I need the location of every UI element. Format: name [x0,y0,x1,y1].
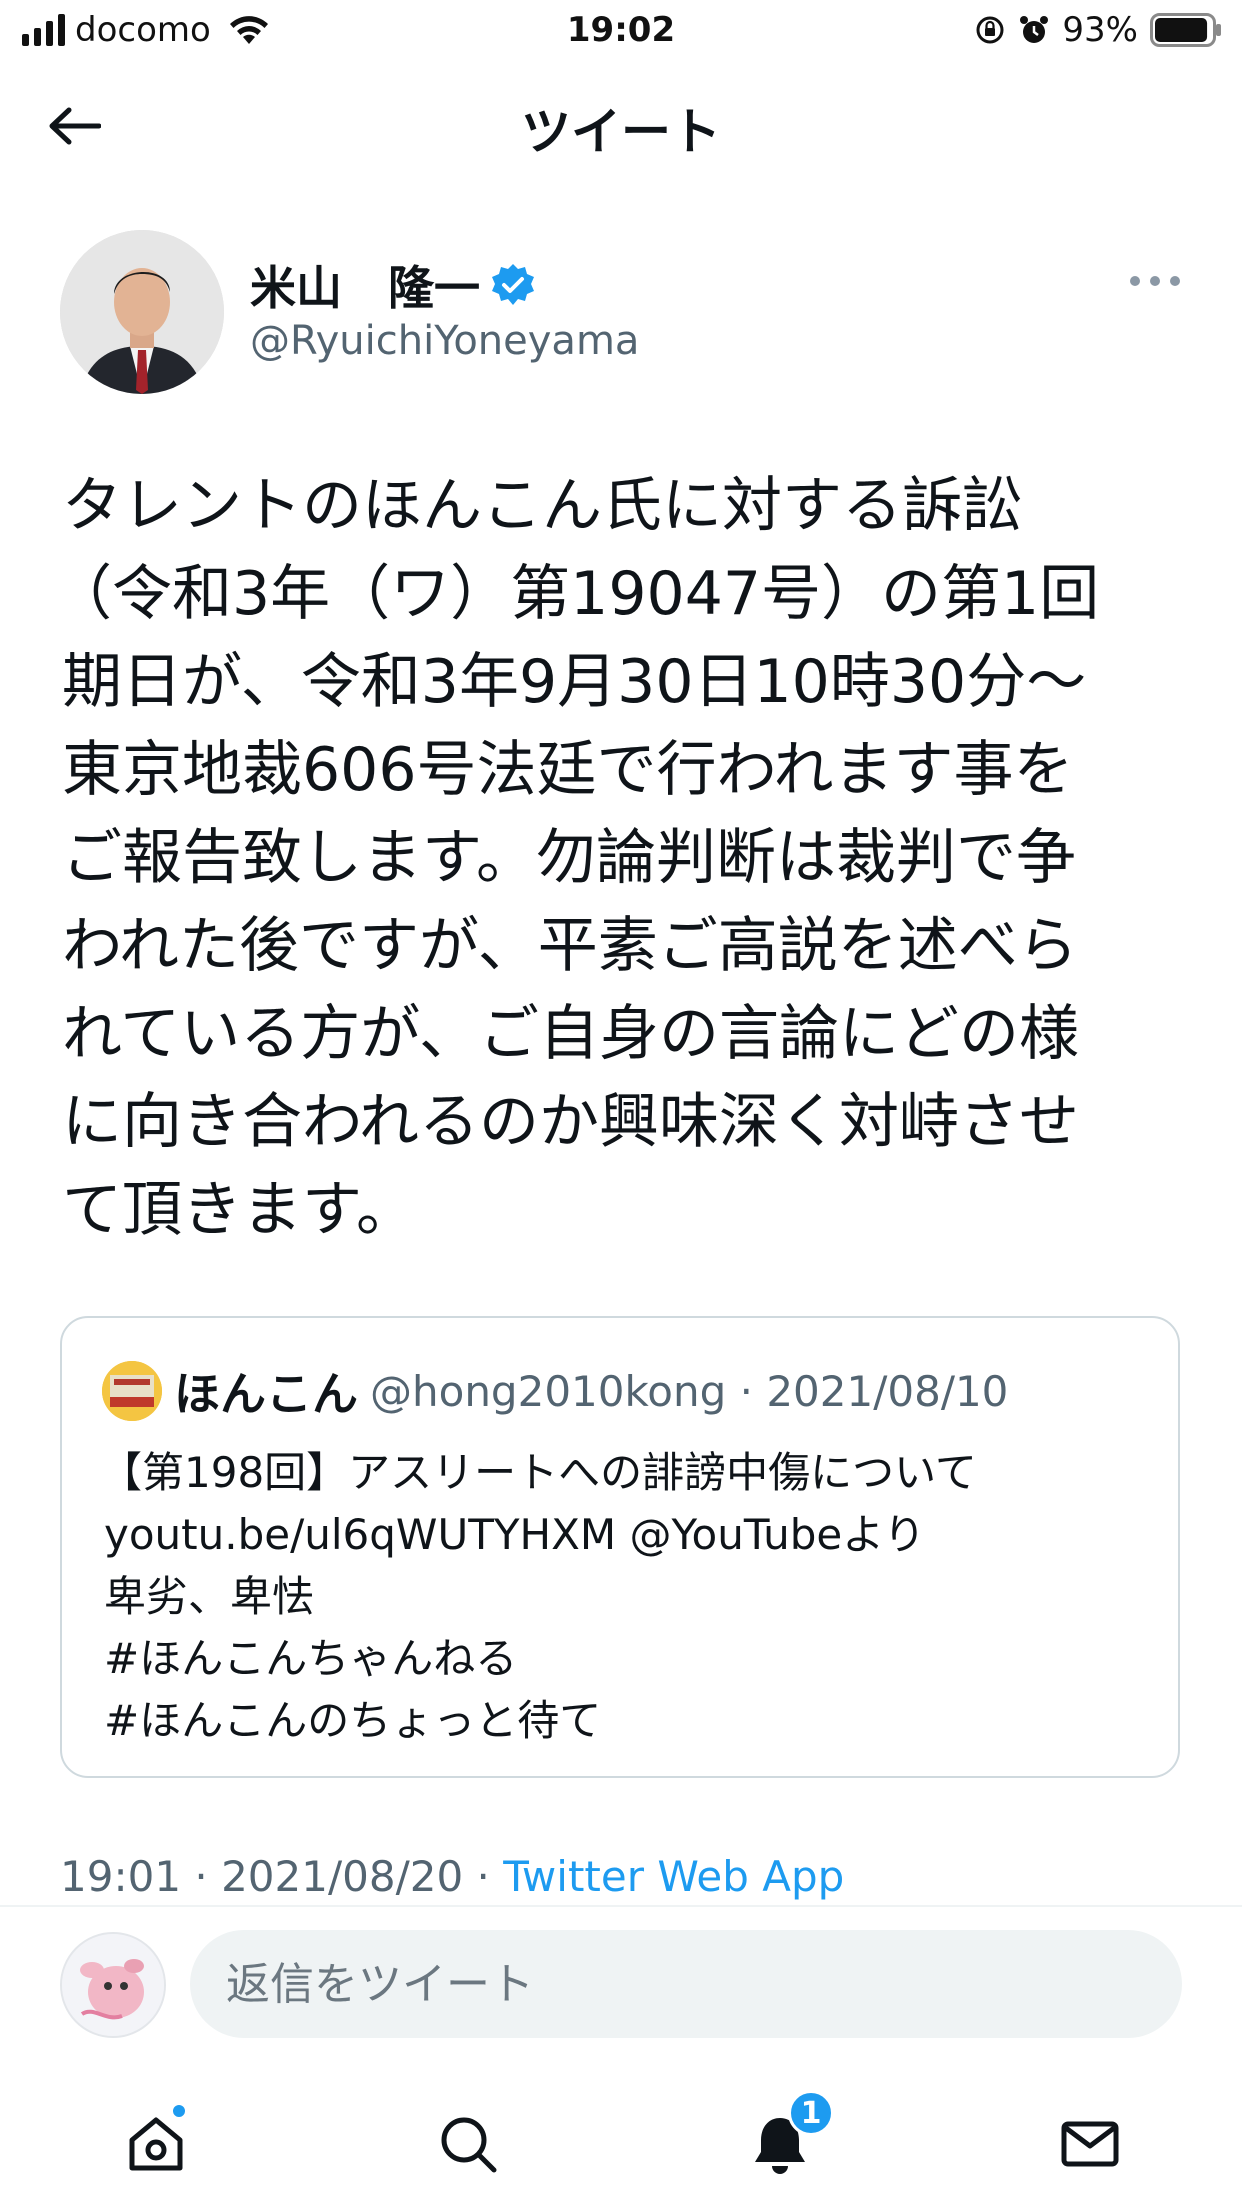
author-name-row: 米山 隆一 [250,252,536,318]
quoted-author-handle-date: @hong2010kong · 2021/08/10 [370,1366,1009,1416]
author-handle[interactable]: @RyuichiYoneyama [250,318,639,364]
tab-messages[interactable] [1050,2104,1130,2184]
tweet-line: 東京地裁606号法廷で行われます事を [62,735,1074,805]
quoted-author-name: ほんこん [174,1367,358,1421]
person-photo [60,230,224,394]
alarm-icon [1020,16,1049,43]
verified-badge-icon [492,264,534,305]
mail-icon [1061,2121,1119,2167]
quoted-avatar-image [102,1361,162,1421]
tweet-line: て頂きます。 [62,1175,416,1245]
quoted-line: 卑劣、卑怯 [104,1572,315,1621]
tweet-source-link[interactable]: Twitter Web App [503,1852,844,1901]
tweet-line: われた後ですが、平素ご高説を述べら [62,911,1078,981]
tweet-line: に向き合われるのか興味深く対峙させ [62,1087,1079,1157]
tweet-text: タレントのほんこん氏に対する訴訟 （令和3年（ワ）第19047号）の第1回 期日… [52,462,1202,1254]
status-bar: docomo 19:02 93% [0,0,1242,62]
tweet-line: 期日が、令和3年9月30日10時30分～ [62,647,1087,717]
tweet-line: ご報告致します。勿論判断は裁判で争 [62,823,1076,893]
quoted-tweet-card[interactable]: ほんこん @hong2010kong · 2021/08/10 【第198回】ア… [60,1316,1180,1778]
search-icon [441,2117,497,2173]
tweet-timestamp: 19:01 · 2021/08/20 · [60,1852,504,1901]
author-name[interactable]: 米山 隆一 [250,252,480,318]
bottom-tab-bar: 1 [0,2080,1242,2208]
my-avatar[interactable] [60,1932,166,2038]
page-title: ツイート [521,103,721,161]
quoted-author-avatar [102,1361,162,1421]
tab-search[interactable] [428,2104,508,2184]
divider [0,1905,1242,1907]
tab-notifications[interactable]: 1 [740,2090,834,2184]
author-avatar[interactable] [60,230,224,394]
battery-icon [1150,13,1221,47]
tweet-line: （令和3年（ワ）第19047号）の第1回 [52,559,1100,629]
more-dot [1170,276,1180,286]
quoted-tweet-header: ほんこん @hong2010kong · 2021/08/10 [102,1358,1008,1424]
home-new-dot [170,2102,188,2120]
quoted-line: 【第198回】アスリートへの誹謗中傷について [100,1448,977,1497]
quoted-line: #ほんこんちゃんねる [104,1634,518,1683]
status-right: 93% [974,10,1222,50]
tab-home[interactable] [116,2102,196,2184]
battery-percent: 93% [1062,10,1138,50]
more-dot [1150,276,1160,286]
quoted-line: #ほんこんのちょっと待て [104,1696,602,1745]
reply-input[interactable] [190,1930,1182,2038]
tweet-line: タレントのほんこん氏に対する訴訟 [62,471,1022,541]
home-icon [129,2117,183,2171]
tweet-line: れている方が、ご自身の言論にどの様 [62,999,1079,1069]
notifications-badge: 1 [788,2090,834,2136]
more-options-button[interactable] [1130,268,1180,294]
top-header: ツイート [0,62,1242,190]
more-dot [1130,276,1140,286]
rotation-lock-icon [976,16,1004,44]
my-avatar-image [62,1934,164,2036]
tweet-timestamp-row: 19:01 · 2021/08/20 · Twitter Web App [60,1852,844,1901]
quoted-line: youtu.be/ul6qWUTYHXM @YouTubeより [104,1510,926,1559]
quoted-tweet-text: 【第198回】アスリートへの誹謗中傷について youtu.be/ul6qWUTY… [100,1442,977,1752]
